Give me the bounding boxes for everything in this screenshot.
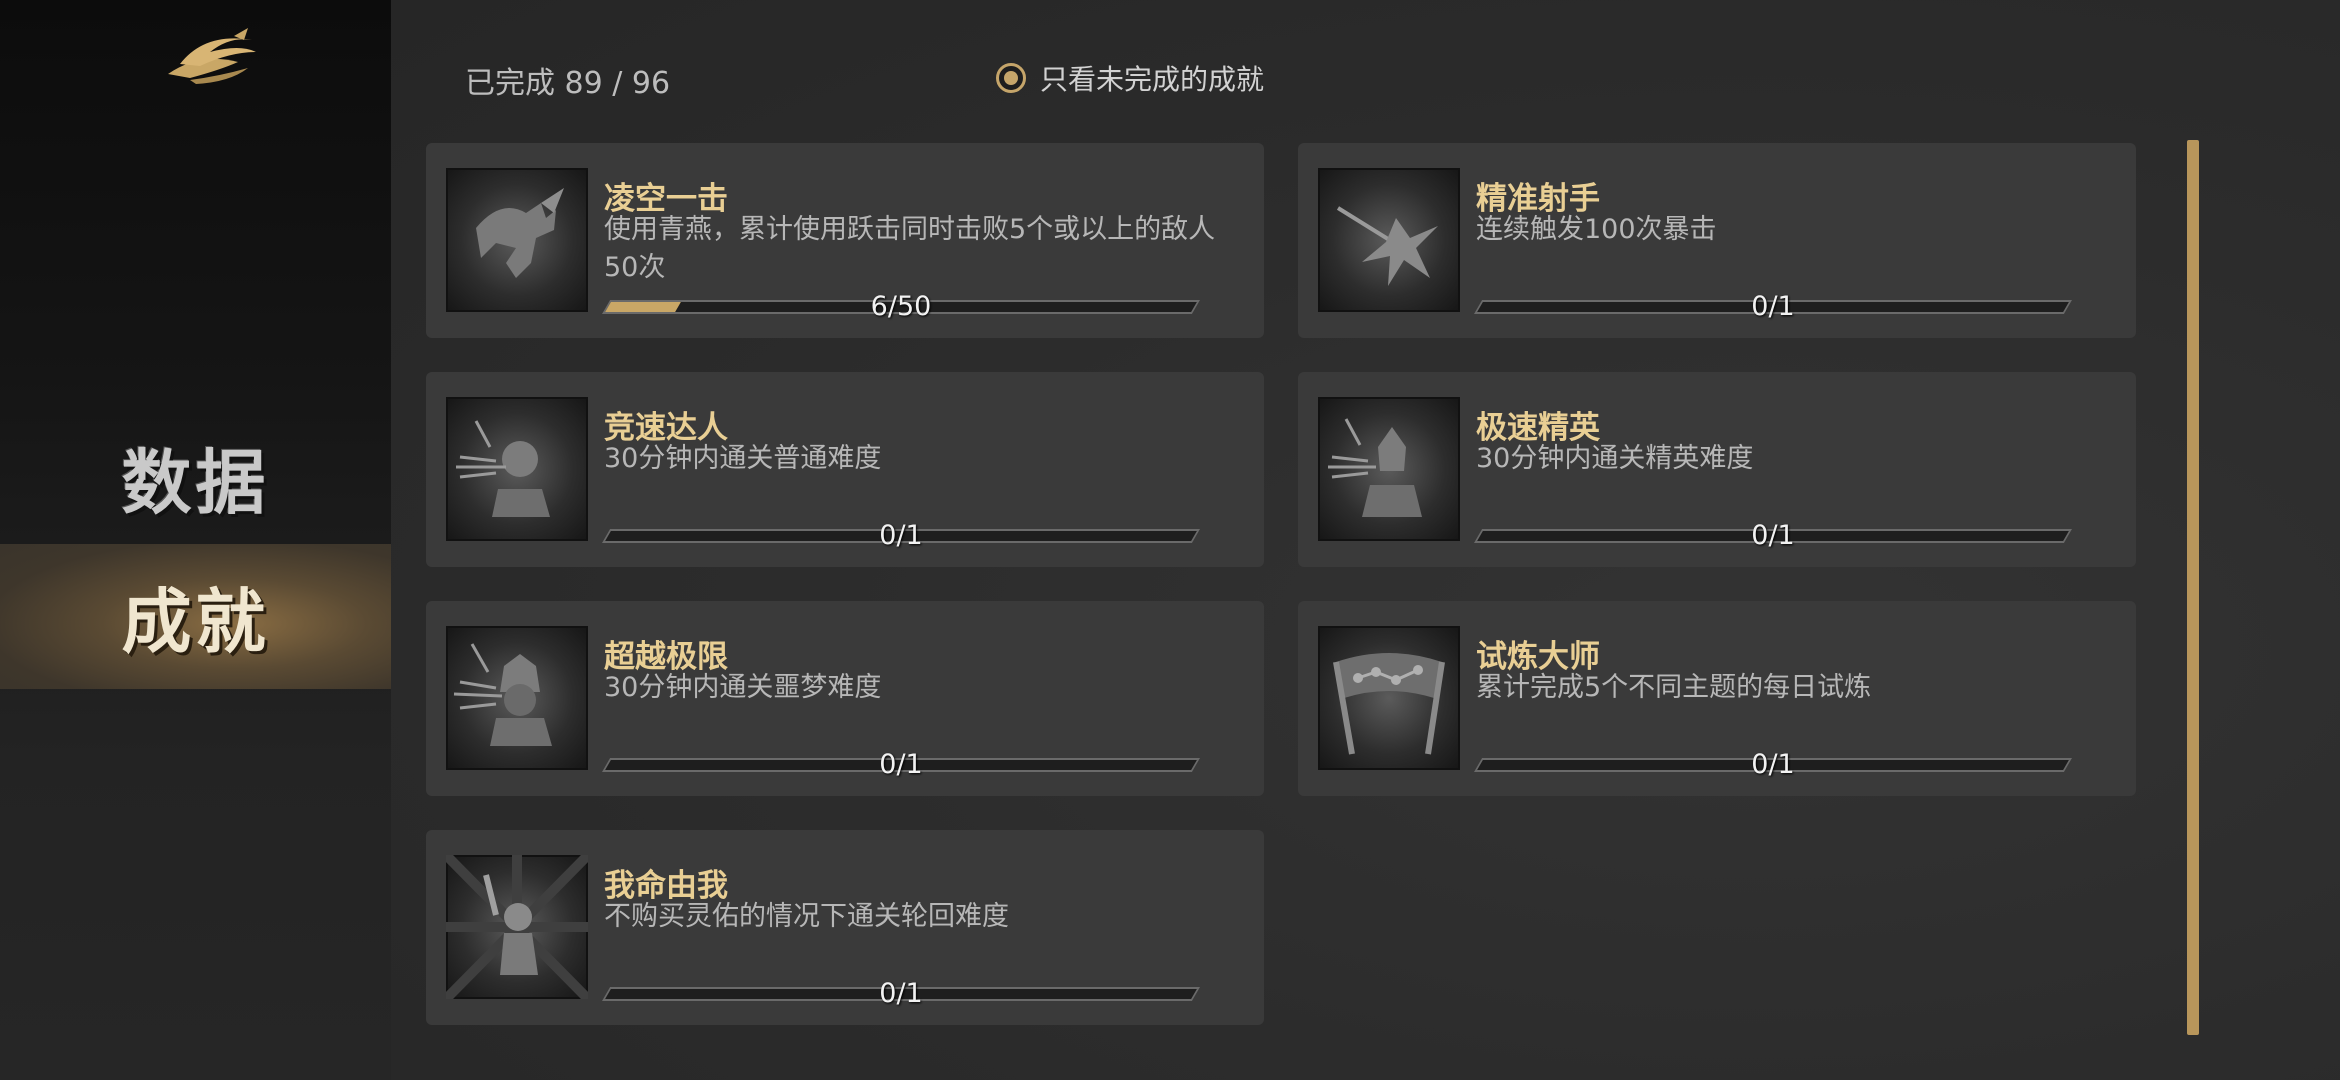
achievement-desc: 30分钟内通关精英难度 [1476, 443, 1754, 474]
scrollbar[interactable] [2187, 140, 2199, 1035]
progress-label: 0/1 [879, 749, 923, 780]
progress-label: 6/50 [870, 291, 932, 322]
own-fate-icon [442, 851, 592, 1003]
swallow-logo-icon [160, 22, 260, 88]
completed-count: 已完成 89 / 96 [465, 66, 671, 101]
progress-label: 0/1 [1751, 520, 1795, 551]
leaping-strike-icon [446, 168, 588, 312]
achievement-card[interactable]: 极速精英 30分钟内通关精英难度 0/1 [1298, 372, 2136, 567]
nav-achievements-tab[interactable]: 成就 [0, 544, 391, 689]
nav-data-tab[interactable]: 数据 [0, 405, 391, 550]
sidebar: 数据 成就 [0, 0, 391, 1080]
achievement-card[interactable]: 超越极限 30分钟内通关噩梦难度 0/1 [426, 601, 1264, 796]
achievement-desc: 30分钟内通关噩梦难度 [604, 672, 882, 703]
achievement-card[interactable]: 竞速达人 30分钟内通关普通难度 0/1 [426, 372, 1264, 567]
achievement-card[interactable]: 试炼大师 累计完成5个不同主题的每日试炼 0/1 [1298, 601, 2136, 796]
speed-elite-icon [1318, 397, 1460, 541]
achievement-desc: 使用青燕，累计使用跃击同时击败5个或以上的敌人50次 [604, 214, 1216, 283]
achievement-card[interactable]: 我命由我 不购买灵佑的情况下通关轮回难度 0/1 [426, 830, 1264, 1025]
achievement-desc: 30分钟内通关普通难度 [604, 443, 882, 474]
achievement-desc: 不购买灵佑的情况下通关轮回难度 [604, 901, 1009, 932]
achievement-card[interactable]: 凌空一击 使用青燕，累计使用跃击同时击败5个或以上的敌人50次 6/50 [426, 143, 1264, 338]
achievement-desc: 连续触发100次暴击 [1476, 214, 1717, 245]
radio-icon[interactable] [996, 63, 1026, 93]
unfinished-filter-toggle[interactable]: 只看未完成的成就 [996, 58, 1264, 98]
filter-label: 只看未完成的成就 [1040, 63, 1265, 96]
progress-label: 0/1 [879, 978, 923, 1009]
beyond-limit-icon [446, 626, 588, 770]
critical-hit-icon [1318, 168, 1460, 312]
speed-warrior-icon [446, 397, 588, 541]
progress-label: 0/1 [879, 520, 923, 551]
achievement-card[interactable]: 精准射手 连续触发100次暴击 0/1 [1298, 143, 2136, 338]
achievement-desc: 累计完成5个不同主题的每日试炼 [1476, 672, 1872, 703]
progress-label: 0/1 [1751, 749, 1795, 780]
trial-banner-icon [1318, 626, 1460, 770]
progress-label: 0/1 [1751, 291, 1795, 322]
